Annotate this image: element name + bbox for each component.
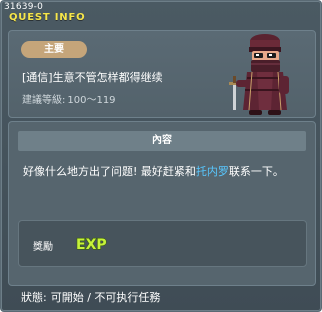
window-title: QUEST INFO xyxy=(9,12,86,23)
description-text-start: 好像什么地方出了问题! 最好赶紧和 xyxy=(23,165,196,178)
content-header: 內容 xyxy=(18,131,306,151)
quest-content-panel: 內容 好像什么地方出了问题! 最好赶紧和托内罗联系一下。 獎勵 EXP xyxy=(8,121,316,286)
status-value: 可開始 / 不可执行任務 xyxy=(50,291,161,304)
level-label: 建議等級: xyxy=(22,95,66,106)
description-text-end: 联系一下。 xyxy=(228,165,284,178)
npc-name-link[interactable]: 托内罗 xyxy=(196,165,229,178)
reward-box: 獎勵 EXP xyxy=(18,220,307,267)
level-range: 100～119 xyxy=(67,95,116,106)
quest-info-window: 31639-0 QUEST INFO 主要 [通信]生意不管怎样都得继续 建議等… xyxy=(0,0,322,312)
quest-type-badge: 主要 xyxy=(21,41,87,58)
quest-description: 好像什么地方出了问题! 最好赶紧和托内罗联系一下。 xyxy=(23,161,307,182)
quest-name: [通信]生意不管怎样都得继续 xyxy=(22,71,163,84)
recommended-level: 建議等級: 100～119 xyxy=(22,91,118,106)
quest-summary-panel: 主要 [通信]生意不管怎样都得继续 建議等級: 100～119 xyxy=(8,30,316,118)
npc-portrait-icon xyxy=(229,34,289,115)
status-label: 狀態: xyxy=(21,291,47,304)
quest-status: 狀態: 可開始 / 不可执行任務 xyxy=(21,289,164,305)
exp-icon: EXP xyxy=(75,236,107,253)
reward-label: 獎勵 xyxy=(33,242,53,253)
exp-text: EXP xyxy=(76,237,107,253)
quest-id: 31639-0 xyxy=(4,2,44,12)
